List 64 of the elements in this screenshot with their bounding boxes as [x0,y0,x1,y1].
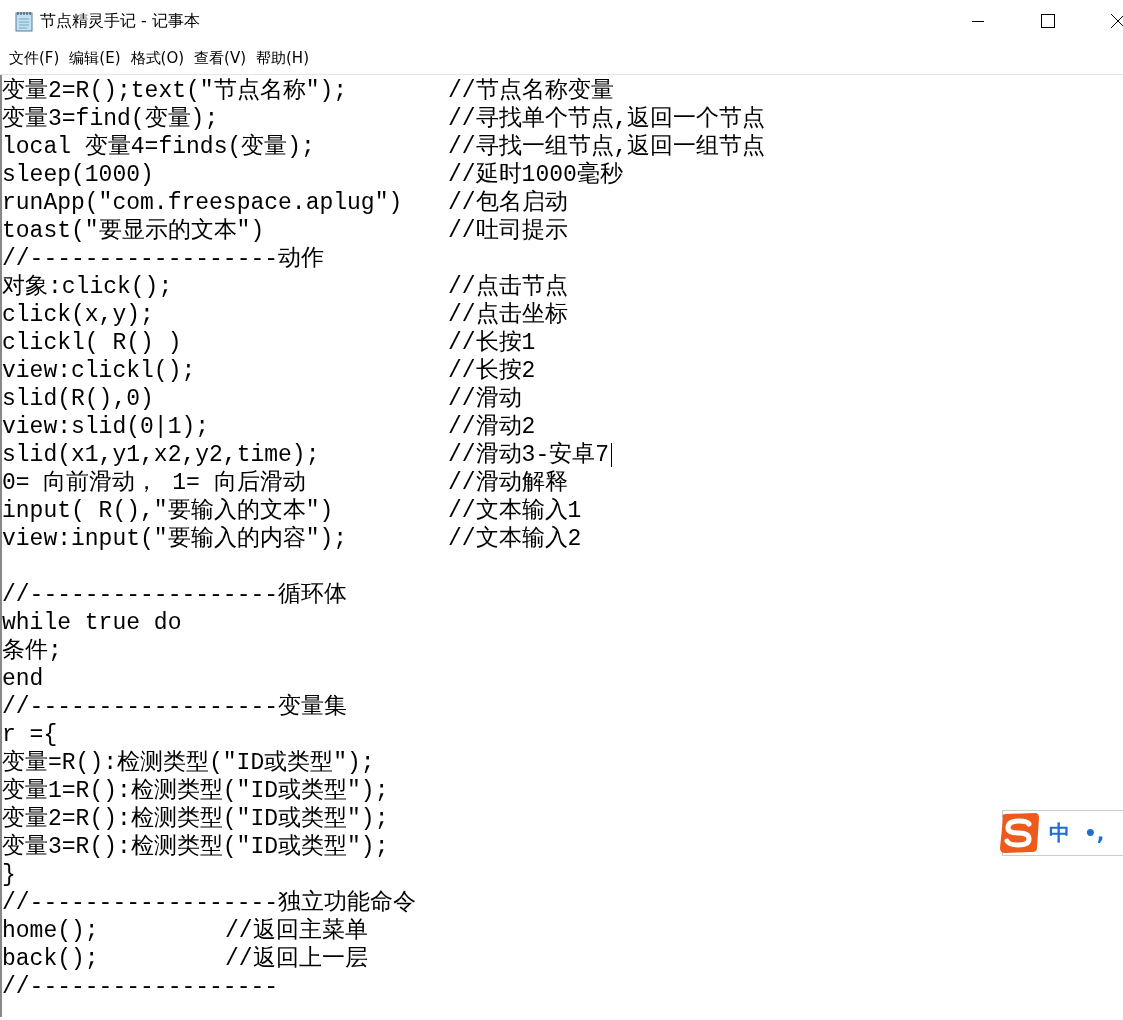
code-text: 变量2=R():检测类型("ID或类型"); [2,805,389,833]
comment-text: //返回主菜单 [225,917,368,945]
maximize-icon [1041,14,1055,28]
close-icon [1111,14,1123,28]
code-text: input( R(),"要输入的文本") [2,497,335,525]
comment-text: //寻找一组节点,返回一组节点 [448,133,766,161]
comment-text: //滑动 [448,385,522,413]
comment-text: //长按1 [448,329,536,357]
comment-text: //滑动3-安卓7 [448,441,609,469]
code-text: //------------------变量集 [2,693,348,721]
comment-text: //寻找单个节点,返回一个节点 [448,105,766,133]
code-text: view:clickl(); [2,357,197,385]
comment-text: //包名启动 [448,189,568,217]
code-text: //------------------ [2,973,279,1001]
comment-text: //长按2 [448,357,536,385]
code-text: 对象:click(); [2,273,174,301]
code-text: click(x,y); [2,301,155,329]
code-text: 变量3=find(变量); [2,105,220,133]
code-text: 变量1=R():检测类型("ID或类型"); [2,777,389,805]
code-text: //------------------独立功能命令 [2,889,417,917]
code-text: view:input("要输入的内容"); [2,525,349,553]
comment-text: //吐司提示 [448,217,568,245]
notepad-icon [14,10,34,32]
input-method-logo-icon [997,812,1041,854]
code-text: view:slid(0|1); [2,413,211,441]
comment-text: //文本输入1 [448,497,582,525]
code-text: //------------------循环体 [2,581,348,609]
window-title: 节点精灵手记 - 记事本 [40,10,200,32]
menu-item[interactable]: 编辑(E) [64,44,126,72]
comment-text: //滑动解释 [448,469,568,497]
comment-text: //点击节点 [448,273,568,301]
code-text: end [2,665,44,693]
input-method-bar[interactable]: 中 •, [1002,810,1123,856]
comment-text: //延时1000毫秒 [448,161,623,189]
punctuation-mode-label[interactable]: •, [1084,821,1105,845]
menu-item[interactable]: 查看(V) [189,44,251,72]
text-editor[interactable] [0,75,1123,1017]
code-text: 变量3=R():检测类型("ID或类型"); [2,833,389,861]
code-text: runApp("com.freespace.aplug") [2,189,404,217]
code-text: r ={ [2,721,58,749]
code-text: clickl( R() ) [2,329,183,357]
code-text: back(); [2,945,100,973]
code-text: } [2,861,16,889]
input-mode-label[interactable]: 中 [1049,819,1070,847]
menu-item[interactable]: 文件(F) [4,44,65,72]
menu-item[interactable]: 格式(O) [125,44,190,72]
code-text: while true do [2,609,182,637]
code-text: toast("要显示的文本") [2,217,266,245]
code-text: //------------------动作 [2,245,325,273]
code-text: 条件; [2,637,62,665]
code-text: home(); [2,917,100,945]
code-text: 0= 向前滑动， 1= 向后滑动 [2,469,307,497]
code-text: slid(x1,y1,x2,y2,time); [2,441,321,469]
comment-text: //节点名称变量 [448,77,614,105]
code-text: slid(R(),0) [2,385,155,413]
comment-text: //滑动2 [448,413,536,441]
code-text: local 变量4=finds(变量); [2,133,316,161]
comment-text: //返回上一层 [225,945,368,973]
code-text: sleep(1000) [2,161,155,189]
comment-text: //点击坐标 [448,301,568,329]
comment-text: //文本输入2 [448,525,582,553]
menu-item[interactable]: 帮助(H) [251,44,314,72]
code-text: 变量=R():检测类型("ID或类型"); [2,749,375,777]
code-text: 变量2=R();text("节点名称"); [2,77,349,105]
